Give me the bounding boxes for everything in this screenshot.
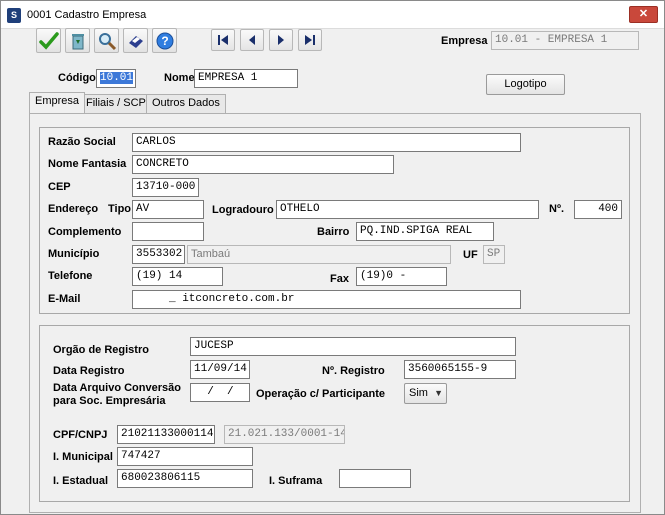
inscricao-estadual-input[interactable]: 680023806115	[117, 469, 253, 488]
telefone-input[interactable]: (19) 14	[132, 267, 223, 286]
tab-empresa[interactable]: Empresa	[29, 92, 86, 113]
logradouro-label: Logradouro	[212, 204, 274, 216]
search-magnifier-icon	[98, 32, 116, 50]
nome-label: Nome	[164, 72, 195, 84]
complemento-label: Complemento	[48, 226, 122, 238]
numero-registro-input[interactable]: 3560065155-9	[404, 360, 516, 379]
previous-record-button[interactable]	[240, 29, 264, 51]
municipio-label: Município	[48, 248, 100, 260]
uf-display: SP	[483, 245, 505, 264]
data-arquivo-input[interactable]: / /	[190, 383, 250, 402]
tab-filiais-scp[interactable]: Filiais / SCP	[80, 94, 152, 113]
bairro-label: Bairro	[317, 226, 350, 238]
inscricao-suframa-label: I. Suframa	[269, 475, 323, 487]
last-record-button[interactable]	[298, 29, 322, 51]
complemento-input[interactable]	[132, 222, 204, 241]
numero-label: Nº.	[549, 203, 565, 215]
razao-social-label: Razão Social	[48, 136, 116, 148]
title-bar: S 0001 Cadastro Empresa ✕	[1, 1, 664, 29]
email-input[interactable]: _ itconcreto.com.br	[132, 290, 521, 309]
recycle-bin-icon	[71, 33, 84, 49]
codigo-label: Código	[58, 72, 96, 84]
bairro-input[interactable]: PQ.IND.SPIGA REAL	[356, 222, 494, 241]
delete-button[interactable]	[65, 28, 90, 53]
orgao-registro-input[interactable]: JUCESP	[190, 337, 516, 356]
logotipo-button[interactable]: Logotipo	[486, 74, 565, 95]
tipo-label: Tipo	[108, 203, 132, 215]
inscricao-municipal-input[interactable]: 747427	[117, 447, 253, 466]
razao-social-input[interactable]: CARLOS	[132, 133, 521, 152]
svg-text:?: ?	[161, 34, 168, 48]
cep-input[interactable]: 13710-000	[132, 178, 199, 197]
fax-label: Fax	[330, 273, 349, 285]
window-title: 0001 Cadastro Empresa	[27, 9, 147, 21]
chevron-down-icon: ▼	[434, 388, 443, 398]
nome-input[interactable]: EMPRESA 1	[194, 69, 298, 88]
confirm-check-icon	[38, 31, 59, 50]
app-logo-icon: S	[7, 8, 21, 23]
last-record-icon	[305, 35, 315, 45]
empresa-label: Empresa	[441, 35, 488, 47]
inscricao-suframa-input[interactable]	[339, 469, 411, 488]
empresa-display-field: 10.01 - EMPRESA 1	[491, 31, 639, 50]
data-arquivo-label-line1: Data Arquivo Conversão	[53, 382, 181, 394]
numero-input[interactable]: 400	[574, 200, 622, 219]
nome-fantasia-input[interactable]: CONCRETO	[132, 155, 394, 174]
cep-label: CEP	[48, 181, 71, 193]
tipo-input[interactable]: AV	[132, 200, 204, 219]
uf-label: UF	[463, 249, 478, 261]
tab-outros-dados[interactable]: Outros Dados	[146, 94, 226, 113]
codigo-selected-text: 10.01	[100, 72, 134, 84]
confirm-button[interactable]	[36, 28, 61, 53]
numero-registro-label: Nº. Registro	[322, 365, 385, 377]
orgao-registro-label: Orgão de Registro	[53, 344, 149, 356]
cadastro-empresa-window: S 0001 Cadastro Empresa ✕ ? Empresa 10.0…	[0, 0, 665, 515]
logradouro-input[interactable]: OTHELO	[276, 200, 539, 219]
help-icon: ?	[156, 32, 173, 49]
email-label: E-Mail	[48, 293, 81, 305]
operacao-participante-label: Operação c/ Participante	[256, 388, 385, 400]
municipio-nome-display: Tambaú	[187, 245, 451, 264]
codigo-input[interactable]: 10.01	[96, 69, 136, 88]
first-record-icon	[218, 35, 228, 45]
cpf-cnpj-formatado-display: 21.021.133/0001-14	[224, 425, 345, 444]
nome-fantasia-label: Nome Fantasia	[48, 158, 127, 170]
help-button[interactable]: ?	[152, 28, 177, 53]
first-record-button[interactable]	[211, 29, 235, 51]
print-icon	[128, 35, 143, 48]
print-button[interactable]	[123, 28, 148, 53]
next-record-icon	[278, 35, 284, 45]
operacao-participante-select[interactable]: Sim ▼	[404, 383, 447, 404]
data-registro-label: Data Registro	[53, 365, 125, 377]
inscricao-estadual-label: I. Estadual	[53, 475, 109, 487]
data-arquivo-label-line2: para Soc. Empresária	[53, 395, 166, 407]
municipio-codigo-input[interactable]: 3553302	[132, 245, 185, 264]
cpf-cnpj-label: CPF/CNPJ	[53, 429, 108, 441]
data-registro-input[interactable]: 11/09/14	[190, 360, 250, 379]
endereco-label: Endereço	[48, 203, 99, 215]
fax-input[interactable]: (19)0 -	[356, 267, 447, 286]
operacao-selected-value: Sim	[409, 387, 428, 399]
previous-record-icon	[249, 35, 255, 45]
close-button[interactable]: ✕	[629, 6, 658, 23]
next-record-button[interactable]	[269, 29, 293, 51]
cpf-cnpj-input[interactable]: 21021133000114	[117, 425, 215, 444]
search-button[interactable]	[94, 28, 119, 53]
inscricao-municipal-label: I. Municipal	[53, 451, 113, 463]
telefone-label: Telefone	[48, 270, 93, 282]
